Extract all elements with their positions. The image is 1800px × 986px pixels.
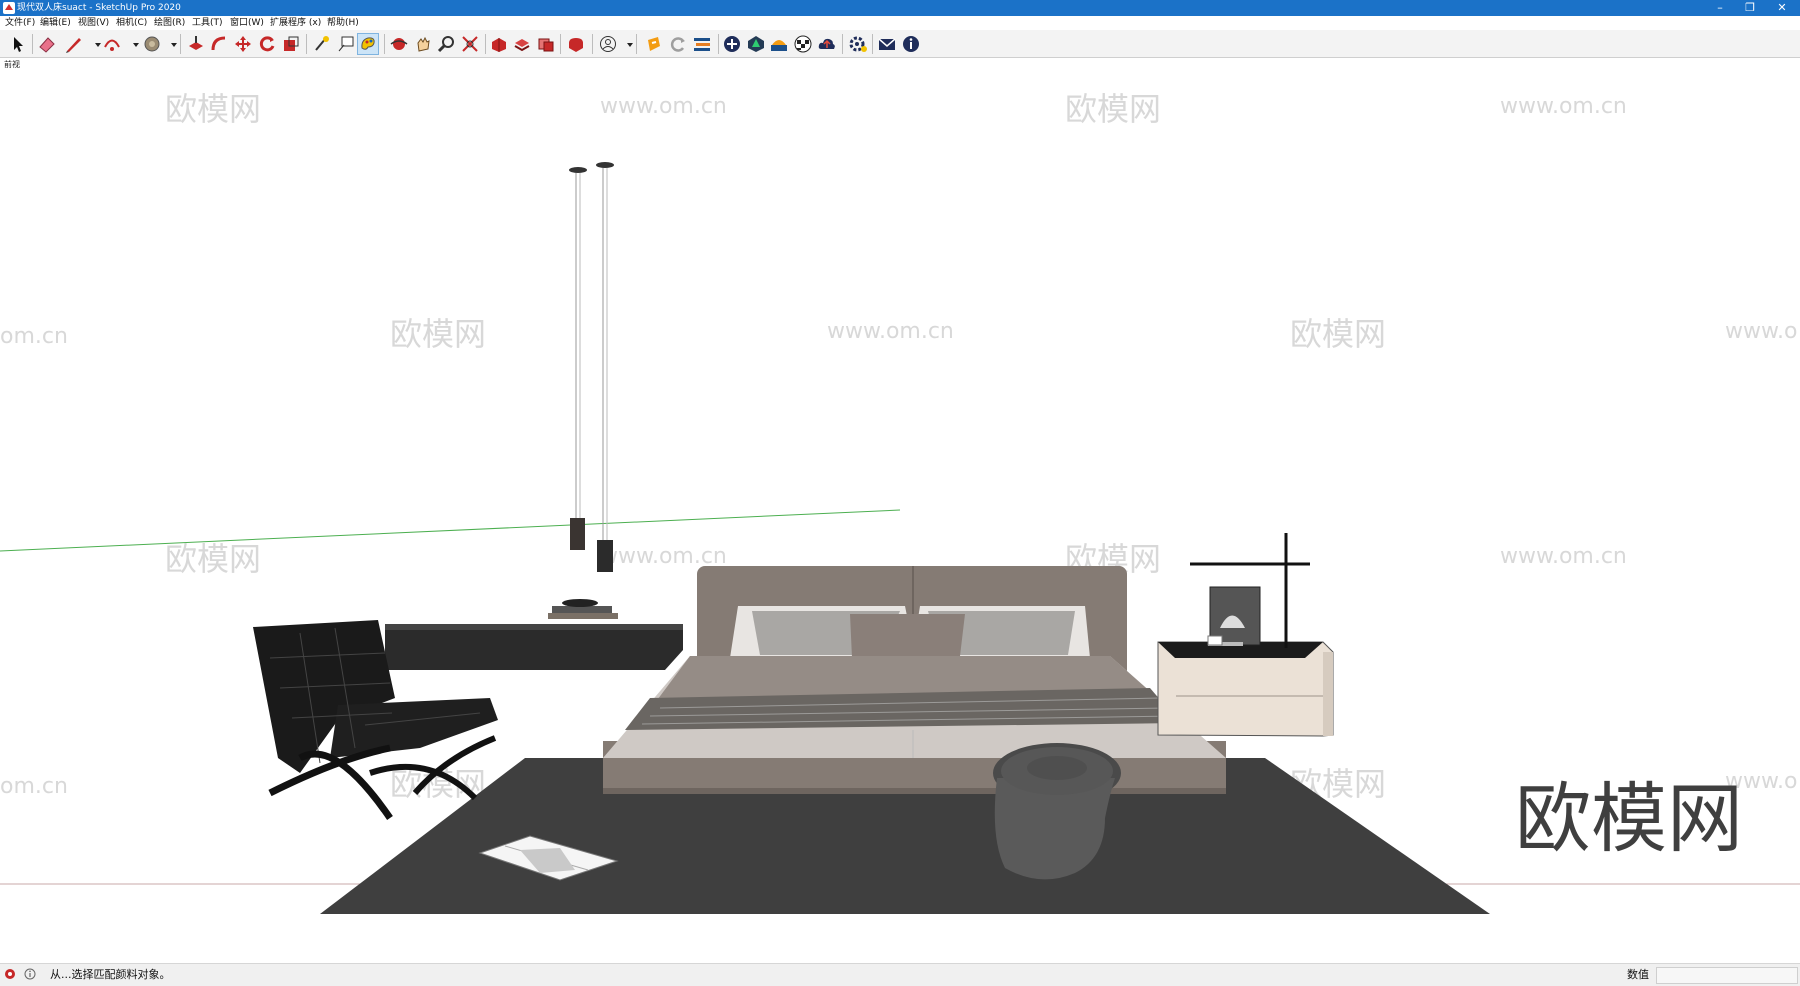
scale-icon[interactable]: [281, 34, 301, 54]
toolbar-separator: [32, 34, 33, 54]
add-circle-icon[interactable]: [722, 34, 742, 54]
menu-window[interactable]: 窗口(W): [230, 17, 264, 29]
menu-camera[interactable]: 相机(C): [116, 17, 147, 29]
eraser-icon[interactable]: [37, 34, 57, 54]
chevron-down-icon[interactable]: [620, 34, 633, 54]
extension-warehouse-icon[interactable]: [566, 34, 586, 54]
geolocation-icon[interactable]: [4, 968, 16, 980]
window-title: 现代双人床suact - SketchUp Pro 2020: [17, 3, 181, 13]
menu-view[interactable]: 视图(V): [78, 17, 109, 29]
watermark-logo: 欧模网: [165, 540, 261, 578]
model-viewport[interactable]: 前视 欧模网 www.om.cn 欧模网 www.om.cn om.cn 欧模网…: [0, 58, 1800, 963]
status-hint: 从...选择匹配颜料对象。: [50, 968, 171, 981]
watermark-logo: 欧模网: [165, 90, 261, 128]
zoom-extents-icon[interactable]: [460, 34, 480, 54]
account-icon[interactable]: [598, 34, 618, 54]
restore-button[interactable]: ❐: [1736, 0, 1764, 16]
toolbar-separator: [306, 34, 307, 54]
toolbar-separator: [718, 34, 719, 54]
text-icon[interactable]: [336, 34, 356, 54]
checker-ball-icon[interactable]: [793, 34, 813, 54]
paint-bucket-icon[interactable]: [142, 34, 162, 54]
watermark-logo: 欧模网: [390, 315, 486, 353]
menu-file[interactable]: 文件(F): [5, 17, 35, 29]
watermark-large-logo: 欧模网: [1515, 774, 1743, 863]
info-icon[interactable]: [901, 34, 921, 54]
cloud-upload-icon[interactable]: [817, 34, 837, 54]
toolbar-separator: [592, 34, 593, 54]
rotate-icon[interactable]: [257, 34, 277, 54]
layers-icon[interactable]: [692, 34, 712, 54]
watermark-url: www.om.cn: [827, 319, 954, 344]
tree-icon[interactable]: [746, 34, 766, 54]
warehouse-icon[interactable]: [489, 34, 509, 54]
watermark-url: om.cn: [0, 324, 68, 349]
settings-icon[interactable]: [848, 34, 868, 54]
floating-shelf: [385, 599, 683, 670]
refresh-icon[interactable]: [668, 34, 688, 54]
sketchup-logo-icon: [3, 2, 15, 14]
paint-icon[interactable]: [357, 33, 379, 55]
main-toolbar: [0, 30, 1800, 58]
menu-draw[interactable]: 绘图(R): [154, 17, 185, 29]
toolbar-separator: [636, 34, 637, 54]
toolbar-separator: [872, 34, 873, 54]
toolbar-separator: [384, 34, 385, 54]
chevron-down-icon[interactable]: [164, 34, 177, 54]
info-status-icon[interactable]: [24, 968, 36, 980]
arc-icon[interactable]: [102, 34, 122, 54]
components-icon[interactable]: [536, 34, 556, 54]
tape-measure-icon[interactable]: [312, 34, 332, 54]
pan-icon[interactable]: [413, 34, 433, 54]
measurements-label: 数值: [1627, 968, 1649, 981]
follow-me-icon[interactable]: [209, 34, 229, 54]
menu-help[interactable]: 帮助(H): [327, 17, 359, 29]
bedroom-scene: 欧模网 www.om.cn 欧模网 www.om.cn om.cn 欧模网 ww…: [0, 90, 1800, 914]
watermark-logo: 欧模网: [1290, 315, 1386, 353]
watermark-url: www.om.cn: [600, 94, 727, 119]
menu-extensions[interactable]: 扩展程序 (x): [270, 17, 321, 29]
status-bar: 从...选择匹配颜料对象。 数值: [0, 963, 1800, 986]
select-arrow-icon[interactable]: [8, 34, 28, 54]
close-button[interactable]: ✕: [1768, 0, 1796, 16]
share-model-icon[interactable]: [512, 34, 532, 54]
chevron-down-icon[interactable]: [126, 34, 139, 54]
menu-edit[interactable]: 编辑(E): [40, 17, 71, 29]
watermark-url: www.om.cn: [1500, 94, 1627, 119]
measurements-input[interactable]: [1656, 967, 1798, 984]
plugin-orange-icon[interactable]: [644, 34, 664, 54]
pendant-lamps: [569, 162, 614, 572]
toolbar-separator: [485, 34, 486, 54]
toolbar-separator: [842, 34, 843, 54]
bed: [603, 566, 1226, 794]
push-pull-icon[interactable]: [186, 34, 206, 54]
green-axis-line: [0, 509, 901, 552]
menu-bar: 文件(F) 编辑(E) 视图(V) 相机(C) 绘图(R) 工具(T) 窗口(W…: [0, 16, 1800, 30]
orbit-icon[interactable]: [389, 34, 409, 54]
watermark-logo: 欧模网: [1065, 90, 1161, 128]
watermark-url: www.om.cn: [1500, 544, 1627, 569]
sunset-icon[interactable]: [769, 34, 789, 54]
watermark-url: www.om.cn: [600, 544, 727, 569]
toolbar-separator: [560, 34, 561, 54]
title-bar: 现代双人床suact - SketchUp Pro 2020 – ❐ ✕: [0, 0, 1800, 16]
chevron-down-icon[interactable]: [88, 34, 101, 54]
move-icon[interactable]: [233, 34, 253, 54]
nightstand: [1157, 533, 1334, 737]
minimize-button[interactable]: –: [1706, 0, 1734, 16]
mail-icon[interactable]: [877, 34, 897, 54]
pencil-line-icon[interactable]: [64, 34, 84, 54]
menu-tools[interactable]: 工具(T): [192, 17, 223, 29]
toolbar-separator: [180, 34, 181, 54]
watermark-url: www.o: [1725, 319, 1797, 344]
watermark-url: om.cn: [0, 774, 68, 799]
zoom-icon[interactable]: [436, 34, 456, 54]
